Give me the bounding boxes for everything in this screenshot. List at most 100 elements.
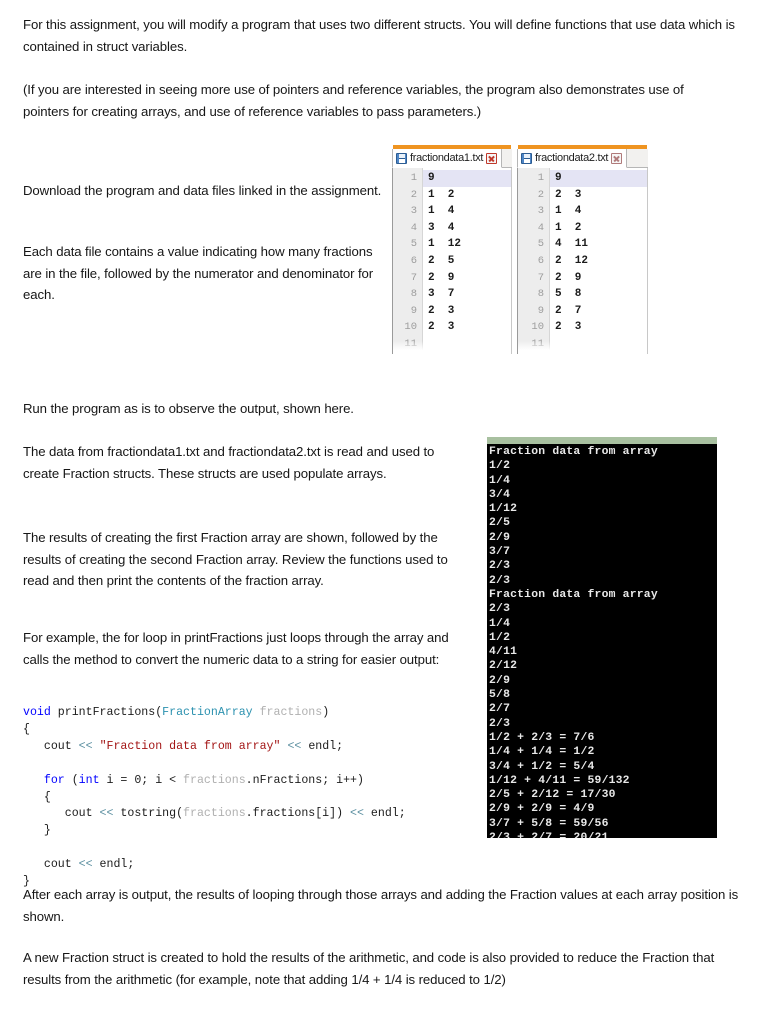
line-number: 6 [410,254,417,267]
code-token: cout [23,807,100,821]
console-line: 2/7 [489,703,511,716]
editor-window-fractiondata2[interactable]: fractiondata2.txt 1 2 3 4 5 6 7 8 9 10 1… [517,145,648,357]
console-line: 4/11 [489,646,518,659]
code-line: cout << "Fraction data from array" << en… [23,739,406,756]
console-line: 1/4 [489,474,511,487]
editor-line: 2 9 [555,271,582,284]
code-line: for (int i = 0; i < fractions.nFractions… [23,773,406,790]
code-token: .nFractions; i++) [245,773,364,787]
tab-label: fractiondata1.txt [410,152,484,164]
code-token: endl; [92,858,135,872]
editor-line: 2 3 [555,188,582,201]
paragraph-results-description: The results of creating the first Fracti… [23,530,448,588]
line-number: 6 [537,254,544,267]
console-line: 2/3 + 2/7 = 20/21 [489,831,717,838]
line-number-gutter: 1 2 3 4 5 6 7 8 9 10 11 [518,168,550,354]
line-number: 2 [537,188,544,201]
editor-line: 1 4 [555,205,582,218]
code-token: << [78,739,93,753]
code-token: { [23,722,30,736]
save-icon [396,152,407,164]
line-number: 11 [404,337,417,350]
console-line: 1/4 [489,617,511,630]
tabbar-filler [627,149,648,168]
line-number: 1 [537,172,544,184]
editor-line: 1 12 [428,238,462,251]
tab-fractiondata2[interactable]: fractiondata2.txt [517,149,628,168]
editor-line: 5 8 [555,288,582,301]
editor-line: 1 2 [428,188,455,201]
code-token: FractionArray [162,706,253,719]
code-token: << [287,739,302,753]
code-token: cout [23,858,79,872]
console-line: 2/9 [489,674,511,687]
code-token: int [78,773,100,787]
editor-text-area[interactable]: 1 2 3 4 5 6 7 8 9 10 11 9 1 2 1 4 3 4 1 … [392,168,512,354]
console-line: 2/12 [489,660,518,673]
code-token: for [43,773,65,787]
paragraph-run-program: Run the program as is to observe the out… [23,401,354,416]
editor-line: 3 4 [428,221,455,234]
save-icon [521,152,532,164]
line-number: 11 [531,337,544,350]
editor-line: 9 [550,170,647,187]
code-token: .fractions[i]) [245,807,351,821]
editor-text-area[interactable]: 1 2 3 4 5 6 7 8 9 10 11 9 2 3 1 4 1 2 4 … [517,168,648,354]
console-line: 5/8 [489,689,511,702]
code-token: tostring( [113,807,184,821]
code-token: i = 0; i < [99,773,184,787]
console-line: 3/7 [489,546,511,559]
code-line: } [23,823,406,840]
paragraph-for-example: For example, the for loop in printFracti… [23,630,449,667]
line-number: 7 [537,271,544,284]
console-line: 3/4 [489,488,511,501]
console-output-window[interactable]: Fraction data from array 1/2 1/4 3/4 1/1… [487,437,717,838]
line-number: 10 [404,321,417,334]
console-line: Fraction data from array [489,588,658,601]
line-number: 9 [537,304,544,317]
console-line: 2/5 [489,517,511,530]
editor-content-column[interactable]: 9 2 3 1 4 1 2 4 11 2 12 2 9 5 8 2 7 2 3 [550,168,647,354]
editor-line: 2 3 [428,321,455,334]
code-token: fractions [183,773,246,787]
code-line: cout << endl; [23,857,406,874]
editor-line: 2 9 [428,271,455,284]
code-token: ( [64,773,79,787]
tab-fractiondata1[interactable]: fractiondata1.txt [392,149,503,168]
line-number: 5 [537,238,544,251]
code-token: endl; [301,739,344,753]
code-token: void [23,706,51,719]
editor-window-fractiondata1[interactable]: fractiondata1.txt 1 2 3 4 5 6 7 8 9 10 1… [392,145,512,357]
line-number: 1 [410,172,417,184]
code-line: void printFractions(FractionArray fracti… [23,705,406,722]
console-line: 2/9 + 2/9 = 4/9 [489,803,595,816]
line-number: 3 [410,205,417,218]
code-token: printFractions( [50,706,163,719]
console-line: 2/3 [489,574,511,587]
tab-label: fractiondata2.txt [535,152,609,164]
console-line: 3/4 + 1/2 = 5/4 [489,760,595,773]
line-number: 4 [410,221,417,234]
code-line: cout << tostring(fractions.fractions[i])… [23,806,406,823]
editor-line: 2 5 [428,254,455,267]
editor-line: 4 11 [555,238,589,251]
editor-line: 2 12 [555,254,589,267]
console-line: 3/7 + 5/8 = 59/56 [489,817,609,830]
close-icon[interactable] [611,152,623,164]
paragraph-data-read: The data from fractiondata1.txt and frac… [23,444,435,481]
console-line: 1/12 [489,503,518,516]
editor-line: 1 4 [428,205,455,218]
close-icon[interactable] [486,152,498,164]
editor-line: 2 3 [428,304,455,317]
code-token: << [99,807,114,821]
editor-tabbar: fractiondata1.txt [392,149,512,168]
console-line: 1/2 [489,460,511,473]
document-page: For this assignment, you will modify a p… [0,0,767,1024]
line-number: 10 [531,321,544,334]
console-line: 2/9 [489,531,511,544]
editor-content-column[interactable]: 9 1 2 1 4 3 4 1 12 2 5 2 9 3 7 2 3 2 3 [423,168,511,354]
line-number: 8 [410,288,417,301]
editor-line: 2 3 [555,321,582,334]
